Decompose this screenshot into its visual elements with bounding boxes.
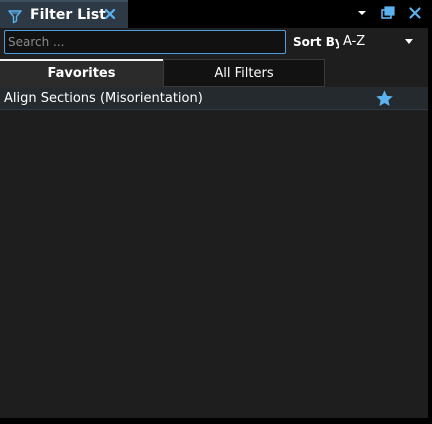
filter-list-content: Sort By A-Z Favorites All Filters Align … [0, 28, 428, 418]
list-item-label: Align Sections (Misorientation) [4, 91, 203, 106]
tab-bar: Favorites All Filters [0, 59, 428, 87]
float-window-icon[interactable] [380, 5, 396, 21]
favorites-list: Align Sections (Misorientation) [0, 87, 428, 417]
sort-value: A-Z [343, 34, 366, 49]
tab-all-filters[interactable]: All Filters [163, 59, 325, 87]
close-tab-icon[interactable] [103, 7, 117, 21]
tab-favorites[interactable]: Favorites [0, 59, 163, 87]
dock-right-edge [428, 28, 432, 418]
dock-title: Filter List [30, 7, 106, 23]
chevron-down-icon[interactable] [354, 5, 370, 21]
sort-select[interactable]: A-Z [339, 29, 425, 55]
dock-title-bar: Filter List [0, 0, 432, 28]
filter-icon [8, 10, 22, 24]
dock-bottom-edge [0, 418, 432, 424]
close-icon[interactable] [407, 5, 423, 21]
star-icon[interactable] [375, 89, 394, 108]
search-input[interactable] [4, 30, 286, 54]
sort-by-label: Sort By [293, 35, 343, 49]
filter-list-dock: Filter List Sort By A-Z Favorites All [0, 0, 432, 424]
chevron-down-icon [405, 39, 413, 44]
list-item[interactable]: Align Sections (Misorientation) [0, 87, 428, 110]
dock-tab[interactable]: Filter List [0, 0, 128, 28]
